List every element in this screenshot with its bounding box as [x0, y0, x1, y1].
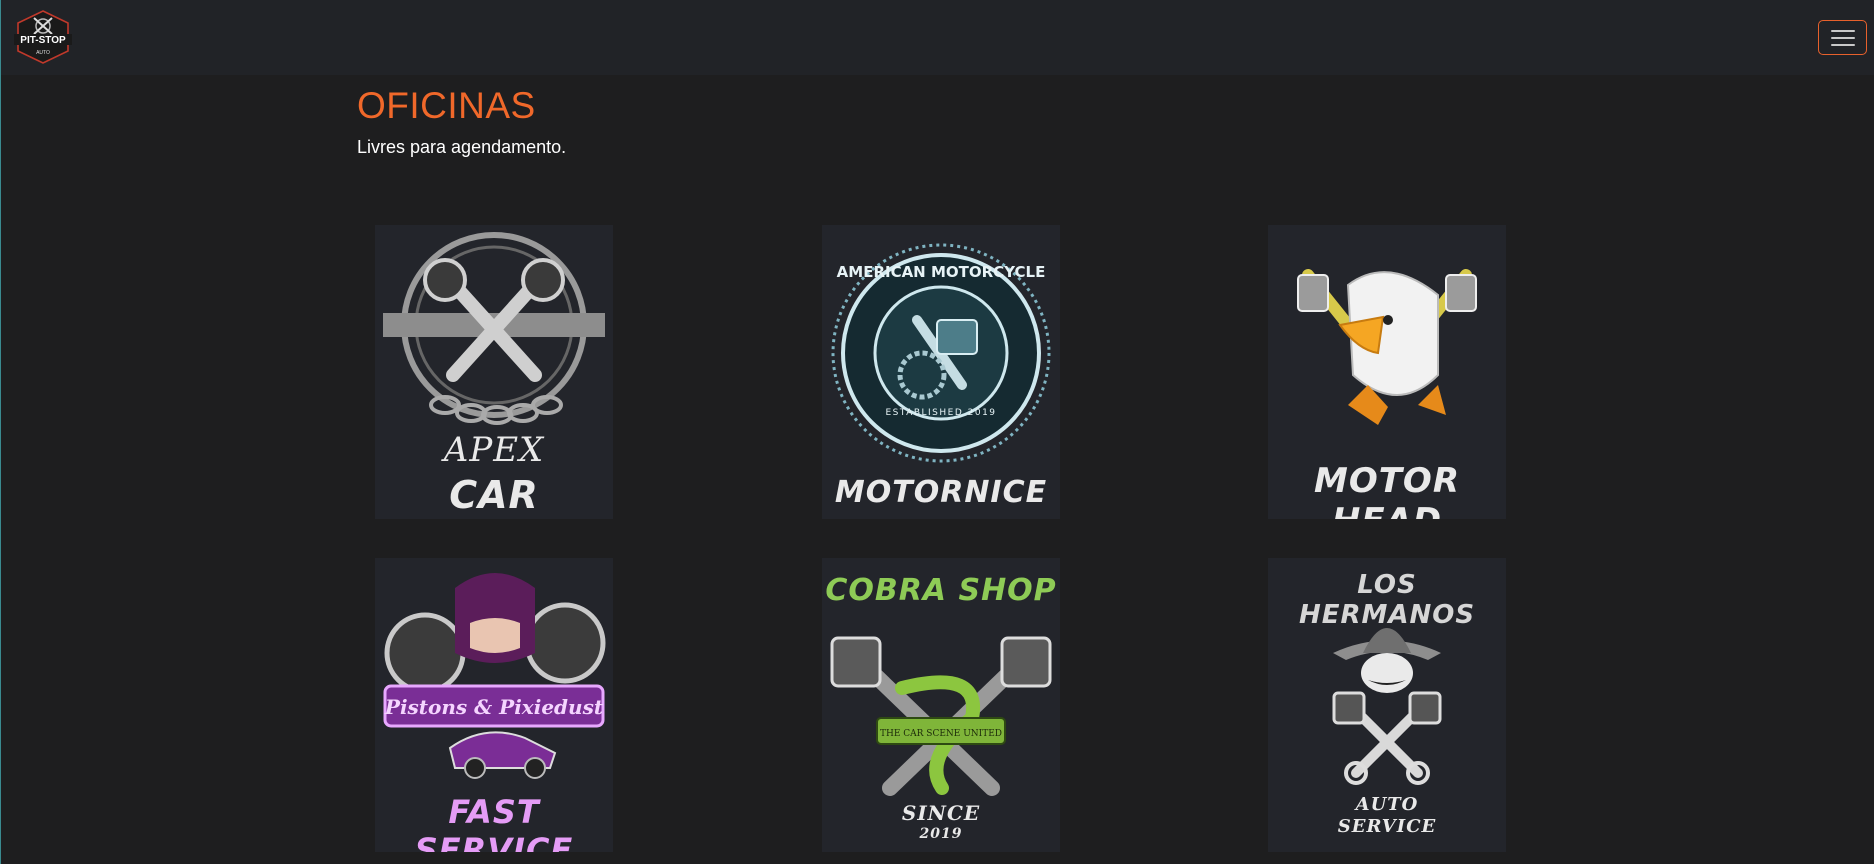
badge-text: AMERICAN MOTORCYCLE — [837, 263, 1046, 281]
hamburger-icon — [1831, 30, 1855, 32]
shop-name-line2: SINCE — [901, 801, 981, 825]
shop-card-motornice[interactable]: AMERICAN MOTORCYCLE ESTABLISHED 2019 MOT… — [822, 225, 1060, 519]
shop-name-line3: SERVICE — [1337, 816, 1437, 837]
badge-text: Pistons & Pixiedust — [384, 695, 604, 719]
page-content: OFICINAS Livres para agendamento. APEX C… — [0, 75, 1874, 864]
logo-subtext: AUTO — [36, 50, 50, 56]
shop-card-apex-car[interactable]: APEX CAR — [375, 225, 613, 519]
shop-name-line1: COBRA SHOP — [825, 573, 1057, 608]
shop-name-line3: 2019 — [919, 826, 963, 842]
shop-name-line2: AUTO — [1355, 794, 1419, 815]
navbar: PIT-STOP AUTO — [0, 0, 1874, 75]
pit-stop-logo[interactable]: PIT-STOP AUTO — [12, 9, 74, 65]
shop-name-line1: MOTOR HEAD — [1313, 461, 1460, 519]
badge-text: THE CAR SCENE UNITED — [880, 729, 1002, 739]
shop-name-line1: APEX — [443, 430, 545, 470]
shop-name-line1: LOS HERMANOS — [1298, 570, 1476, 630]
shop-card-cobra-shop[interactable]: THE CAR SCENE UNITED COBRA SHOP SINCE 20… — [822, 558, 1060, 852]
shop-card-los-hermanos[interactable]: LOS HERMANOS AUTO SERVICE — [1268, 558, 1506, 852]
shop-card-fast-service[interactable]: Pistons & Pixiedust FAST SERVICE — [375, 558, 613, 852]
shop-name-line1: FAST SERVICE — [414, 793, 574, 852]
shop-name-line1: MOTORNICE — [834, 475, 1048, 510]
page-title: OFICINAS — [357, 85, 536, 126]
shop-card-motor-head[interactable]: MOTOR HEAD — [1268, 225, 1506, 519]
shop-name-line2: CAR — [449, 473, 539, 517]
logo-text: PIT-STOP — [20, 35, 66, 46]
page-subtitle: Livres para agendamento. — [357, 137, 567, 157]
hamburger-menu-button[interactable] — [1818, 20, 1867, 55]
badge-subtext: ESTABLISHED 2019 — [885, 408, 996, 418]
